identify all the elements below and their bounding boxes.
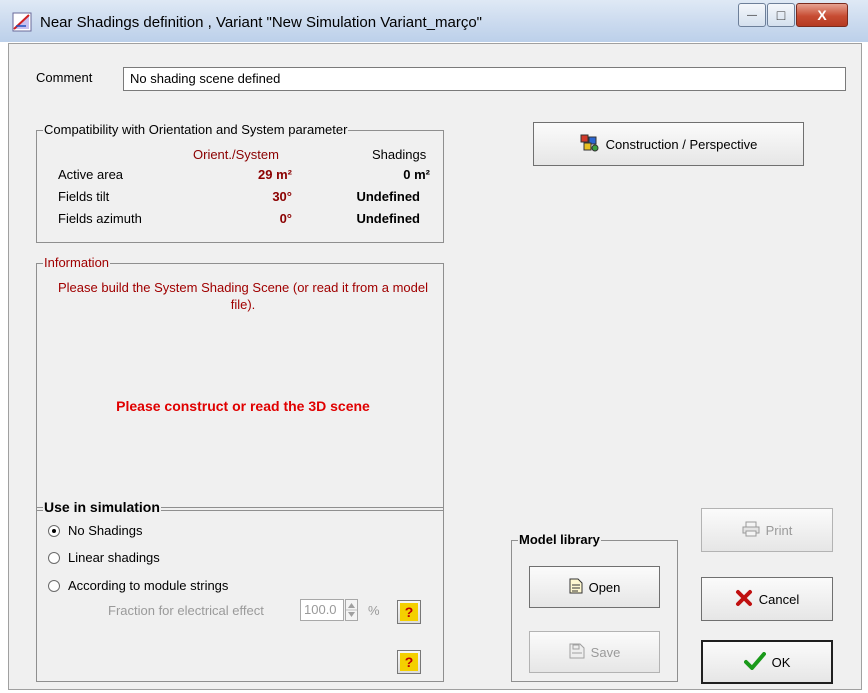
information-message: Please build the System Shading Scene (o… bbox=[58, 280, 428, 312]
comment-input[interactable]: No shading scene defined bbox=[123, 67, 846, 91]
red-x-icon bbox=[735, 589, 753, 610]
cancel-button[interactable]: Cancel bbox=[701, 577, 833, 621]
construction-perspective-button[interactable]: Construction / Perspective bbox=[533, 122, 804, 166]
radio-no-shadings-label: No Shadings bbox=[68, 523, 143, 538]
construction-perspective-label: Construction / Perspective bbox=[605, 136, 758, 152]
orient-system-header: Orient./System bbox=[193, 147, 279, 162]
save-file-icon bbox=[569, 643, 585, 662]
information-warning: Please construct or read the 3D scene bbox=[116, 398, 370, 414]
fields-tilt-shadings-value: Undefined bbox=[356, 189, 420, 204]
active-area-label: Active area bbox=[58, 167, 124, 182]
save-label: Save bbox=[590, 644, 621, 660]
information-legend: Information bbox=[43, 255, 111, 270]
fraction-label: Fraction for electrical effect bbox=[108, 603, 264, 618]
open-file-icon bbox=[569, 578, 583, 597]
ok-button[interactable]: OK bbox=[701, 640, 833, 684]
maximize-button[interactable]: □ bbox=[767, 3, 795, 27]
3d-shapes-icon bbox=[580, 134, 600, 155]
shadings-header: Shadings bbox=[372, 147, 427, 162]
compatibility-legend: Compatibility with Orientation and Syste… bbox=[43, 122, 349, 137]
open-button[interactable]: Open bbox=[529, 566, 660, 608]
fraction-spinner[interactable] bbox=[345, 599, 358, 621]
cancel-label: Cancel bbox=[758, 591, 800, 607]
simulation-legend: Use in simulation bbox=[43, 499, 161, 515]
comment-label: Comment bbox=[36, 70, 93, 85]
close-button[interactable]: X bbox=[796, 3, 848, 27]
green-check-icon bbox=[743, 651, 766, 673]
help-icon: ? bbox=[400, 653, 418, 671]
close-icon: X bbox=[817, 7, 827, 23]
radio-linear-shadings[interactable]: Linear shadings bbox=[48, 550, 160, 565]
radio-module-strings[interactable]: According to module strings bbox=[48, 578, 228, 593]
minimize-icon: — bbox=[747, 9, 757, 21]
ok-label: OK bbox=[771, 654, 791, 670]
minimize-button[interactable]: — bbox=[738, 3, 766, 27]
shading-scene-icon bbox=[12, 12, 32, 32]
title-bar: Near Shadings definition , Variant "New … bbox=[0, 0, 868, 42]
spinner-arrows-icon bbox=[346, 603, 357, 617]
fraction-input[interactable]: 100.0 bbox=[300, 599, 344, 621]
window-title: Near Shadings definition , Variant "New … bbox=[40, 14, 482, 31]
save-button[interactable]: Save bbox=[529, 631, 660, 673]
fields-tilt-orient-value: 30° bbox=[272, 189, 292, 204]
fields-azimuth-label: Fields azimuth bbox=[58, 211, 142, 226]
printer-icon bbox=[742, 521, 760, 540]
active-area-shadings-value: 0 m² bbox=[403, 167, 430, 182]
radio-indicator bbox=[48, 551, 60, 564]
active-area-orient-value: 29 m² bbox=[258, 167, 292, 182]
open-label: Open bbox=[588, 579, 621, 595]
fields-tilt-label: Fields tilt bbox=[58, 189, 110, 204]
help-button-fraction[interactable]: ? bbox=[397, 600, 421, 624]
radio-selected-indicator bbox=[48, 524, 60, 537]
print-button[interactable]: Print bbox=[701, 508, 833, 552]
print-label: Print bbox=[765, 522, 793, 538]
fields-azimuth-orient-value: 0° bbox=[279, 211, 292, 226]
model-library-legend: Model library bbox=[518, 532, 601, 547]
radio-module-strings-label: According to module strings bbox=[68, 578, 229, 593]
fraction-unit: % bbox=[368, 603, 380, 618]
radio-linear-shadings-label: Linear shadings bbox=[68, 550, 160, 565]
help-icon: ? bbox=[400, 603, 418, 621]
maximize-icon: □ bbox=[776, 7, 786, 23]
fields-azimuth-shadings-value: Undefined bbox=[356, 211, 420, 226]
help-button-simulation[interactable]: ? bbox=[397, 650, 421, 674]
radio-indicator bbox=[48, 579, 60, 592]
radio-no-shadings[interactable]: No Shadings bbox=[48, 523, 142, 538]
